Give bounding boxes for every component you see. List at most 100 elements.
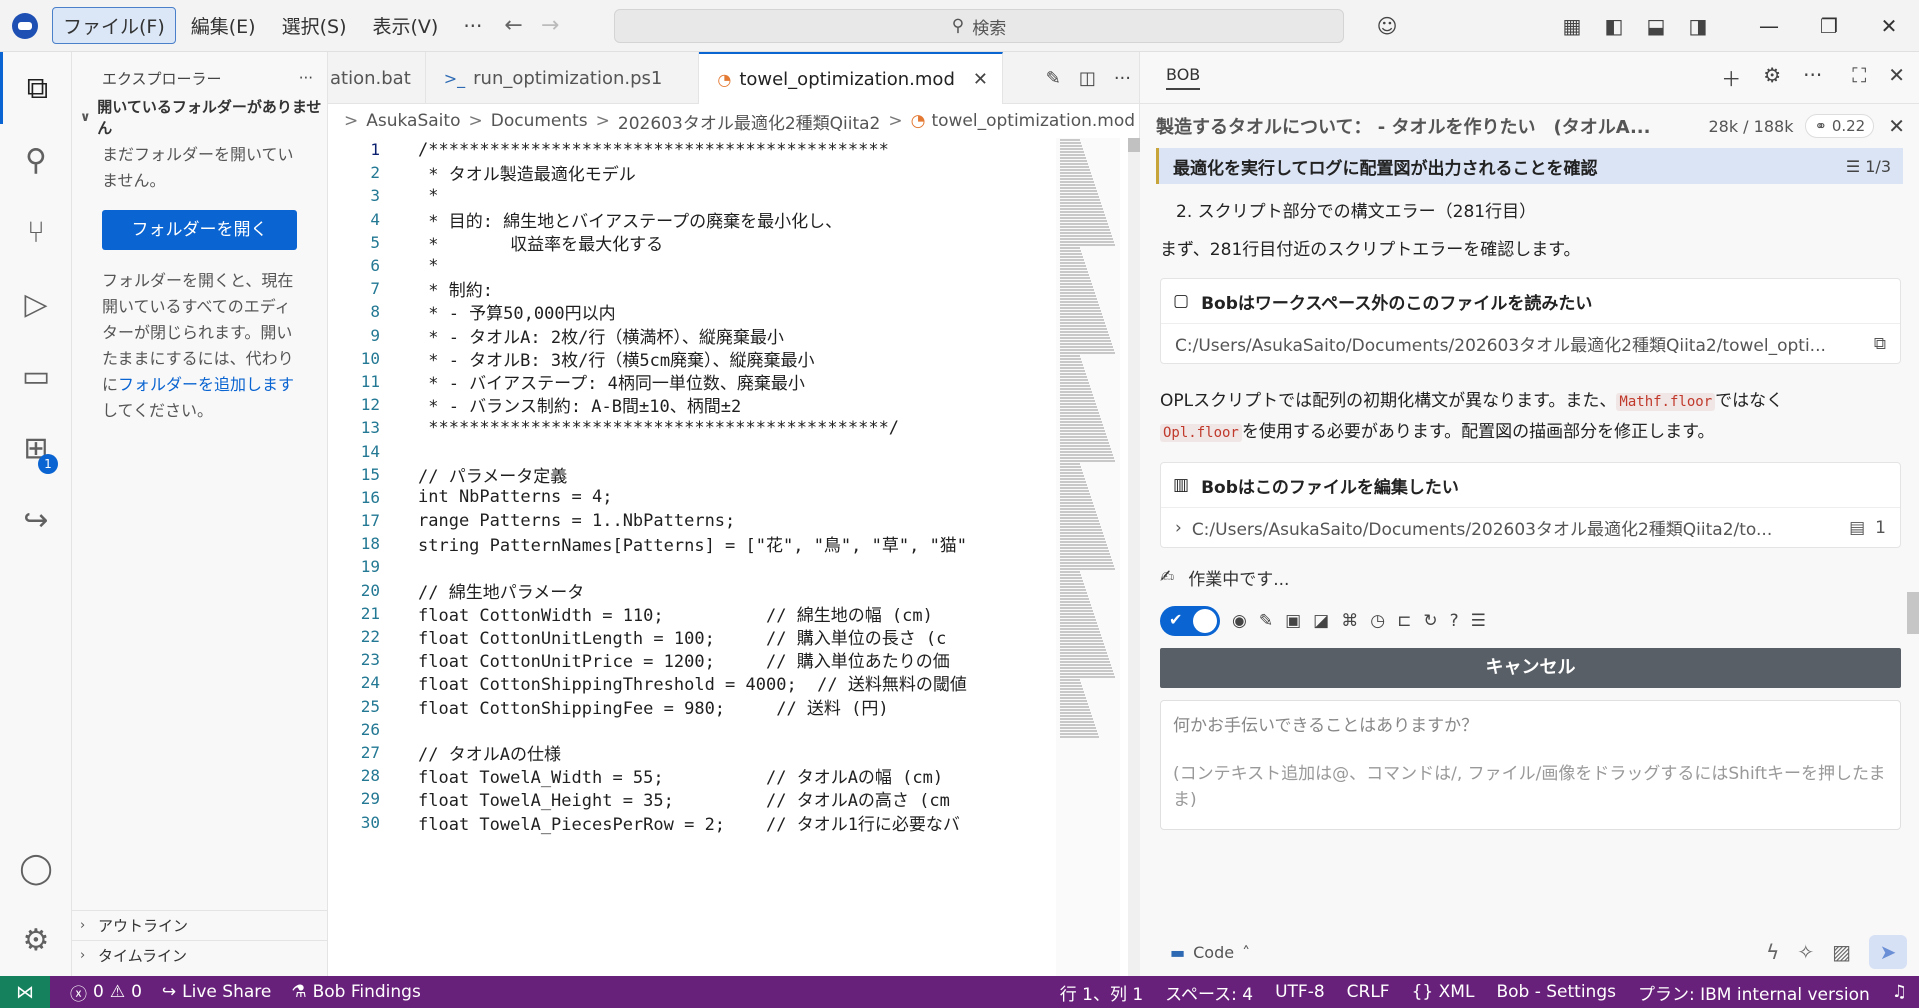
code-line[interactable]: 30 float TowelA_PiecesPerRow = 2; // タオル1…	[328, 810, 1048, 835]
close-panel-icon[interactable]: ✕	[1888, 63, 1905, 92]
code-line[interactable]: 29 float TowelA_Height = 35; // タオルAの高さ (…	[328, 787, 1048, 811]
code-line[interactable]: 9 * - タオルA: 2枚/行（横満杯）、縦廃棄最小	[328, 324, 1048, 348]
sparkle-icon[interactable]: ✧	[1797, 940, 1814, 964]
code-line[interactable]: 25 float CottonShippingFee = 980; // 送料 (…	[328, 695, 1048, 719]
toggle-primary-sidebar-icon[interactable]: ◧	[1603, 15, 1625, 37]
menu-selection[interactable]: 選択(S)	[271, 7, 358, 44]
bob-more-icon[interactable]: ···	[1803, 63, 1822, 92]
maximize-panel-icon[interactable]: ⛶	[1852, 63, 1866, 92]
editor-scroll-thumb[interactable]	[1128, 138, 1140, 152]
accounts-icon[interactable]: ◯	[0, 832, 72, 904]
read-card-path[interactable]: C:/Users/AsukaSaito/Documents/202603タオル最…	[1175, 331, 1864, 356]
menu-view[interactable]: 表示(V)	[362, 7, 450, 44]
code-line[interactable]: 21 float CottonWidth = 110; // 綿生地の幅 (cm)	[328, 602, 1048, 626]
source-control-icon[interactable]: ⑂	[0, 196, 72, 268]
notifications-bell-icon[interactable]: ♫	[1892, 982, 1907, 1002]
toggle-secondary-sidebar-icon[interactable]: ◨	[1687, 15, 1709, 37]
add-folder-link[interactable]: フォルダーを追加します	[118, 375, 294, 394]
live-share-icon[interactable]: ↪	[0, 484, 72, 556]
run-debug-icon[interactable]: ▷	[0, 268, 72, 340]
split-editor-icon[interactable]: ◫	[1079, 68, 1096, 89]
terminal-icon[interactable]: ▣	[1285, 611, 1301, 631]
open-external-icon[interactable]: ⧉	[1874, 334, 1886, 354]
menu-more-icon[interactable]: ···	[463, 14, 482, 38]
timeline-section[interactable]: › タイムライン	[72, 940, 328, 970]
code-line[interactable]: 14	[328, 439, 1048, 462]
code-line[interactable]: 28 float TowelA_Width = 55; // タオルAの幅 (cm…	[328, 764, 1048, 788]
code-line[interactable]: 13 *************************************…	[328, 416, 1048, 439]
live-share-status[interactable]: ↪ Live Share	[162, 982, 271, 1002]
code-line[interactable]: 15 // パラメータ定義	[328, 463, 1048, 487]
copilot-icon[interactable]: ☺	[1376, 15, 1398, 37]
code-editor[interactable]: 1 /**************************************…	[328, 138, 1048, 976]
code-line[interactable]: 26	[328, 718, 1048, 741]
settings-gear-icon[interactable]: ⚙	[1763, 63, 1781, 92]
question-icon[interactable]: ?	[1450, 611, 1459, 631]
close-tab-icon[interactable]: ✕	[973, 69, 988, 90]
code-line[interactable]: 5 * 収益率を最大化する	[328, 231, 1048, 255]
menu-edit[interactable]: 編集(E)	[180, 7, 267, 44]
auto-approve-toggle[interactable]: ✔	[1160, 606, 1220, 636]
restore-icon[interactable]: ❐	[1799, 14, 1859, 38]
code-line[interactable]: 22 float CottonUnitLength = 100; // 購入単位の…	[328, 625, 1048, 649]
code-line[interactable]: 4 * 目的: 綿生地とバイアステープの廃棄を最小化し、	[328, 208, 1048, 232]
code-line[interactable]: 7 * 制約:	[328, 277, 1048, 301]
extensions-icon[interactable]: ⊞ 1	[0, 412, 72, 484]
outline-section[interactable]: › アウトライン	[72, 910, 328, 940]
editor-scrollbar[interactable]	[1128, 138, 1140, 976]
eye-icon[interactable]: ◉	[1232, 611, 1247, 631]
cancel-button[interactable]: キャンセル	[1160, 648, 1901, 688]
breadcrumb-item[interactable]: AsukaSaito	[366, 111, 460, 131]
language-mode[interactable]: {} XML	[1412, 982, 1475, 1002]
code-line[interactable]: 10 * - タオルB: 3枚/行（横5cm廃棄）、縦廃棄最小	[328, 347, 1048, 371]
magic-wand-icon[interactable]: ✎	[1046, 68, 1061, 89]
bob-panel-title[interactable]: BOB	[1166, 65, 1201, 90]
code-line[interactable]: 12 * - バランス制約: A-B間±10、柄間±2	[328, 393, 1048, 417]
close-window-icon[interactable]: ✕	[1859, 14, 1919, 38]
task-header[interactable]: 製造するタオルについて： - タオルを作りたい (タオルA... 28k / 1…	[1140, 104, 1919, 148]
remote-indicator-icon[interactable]: ⋈	[0, 976, 50, 1008]
add-image-icon[interactable]: ▨	[1832, 940, 1851, 964]
cursor-position[interactable]: 行 1、列 1	[1060, 980, 1143, 1005]
back-arrow-icon[interactable]: ←	[504, 13, 522, 38]
subtask-icon[interactable]: ⊏	[1397, 611, 1411, 631]
code-line[interactable]: 24 float CottonShippingThreshold = 4000; …	[328, 671, 1048, 695]
forward-arrow-icon[interactable]: →	[541, 13, 559, 38]
mode-selector[interactable]: ▬ Code ˄	[1170, 943, 1766, 962]
bob-scrollbar[interactable]	[1907, 592, 1919, 634]
breadcrumb-item[interactable]: towel_optimization.mod	[931, 111, 1135, 131]
breadcrumb-item[interactable]: 202603タオル最適化2種類Qiita2	[618, 109, 880, 134]
editor-more-icon[interactable]: ···	[1114, 68, 1131, 89]
minimap[interactable]	[1056, 138, 1120, 976]
todo-list-icon[interactable]: ☰	[1471, 611, 1486, 631]
browser-icon[interactable]: ◪	[1313, 611, 1329, 631]
send-icon[interactable]: ➤	[1869, 935, 1907, 969]
code-line[interactable]: 17 range Patterns = 1..NbPatterns;	[328, 509, 1048, 532]
explorer-more-icon[interactable]: ···	[299, 69, 313, 87]
customize-layout-icon[interactable]: ▦	[1561, 15, 1583, 37]
chat-input[interactable]: 何かお手伝いできることはありますか？ (コンテキスト追加は@、コマンドは/, フ…	[1160, 700, 1901, 830]
explorer-icon[interactable]: ⧉	[0, 52, 72, 124]
code-line[interactable]: 20 // 綿生地パラメータ	[328, 579, 1048, 603]
menu-file[interactable]: ファイル(F)	[52, 7, 176, 44]
new-task-icon[interactable]: ＋	[1721, 63, 1741, 92]
code-line[interactable]: 8 * - 予算50,000円以内	[328, 300, 1048, 324]
lightning-icon[interactable]: ϟ	[1766, 940, 1779, 964]
toggle-panel-icon[interactable]: ⬓	[1645, 15, 1667, 37]
todo-bar[interactable]: 最適化を実行してログに配置図が出力されることを確認 ☰ 1/3	[1156, 148, 1903, 184]
no-folder-section[interactable]: ∨ 開いているフォルダーがありません	[72, 98, 327, 137]
encoding[interactable]: UTF-8	[1275, 982, 1325, 1002]
minimize-icon[interactable]: —	[1739, 14, 1799, 38]
plan-status[interactable]: プラン: IBM internal version	[1638, 980, 1870, 1005]
code-line[interactable]: 2 * タオル製造最適化モデル	[328, 161, 1048, 185]
code-line[interactable]: 23 float CottonUnitPrice = 1200; // 購入単位あ…	[328, 648, 1048, 672]
retry-icon[interactable]: ↻	[1423, 611, 1437, 631]
mcp-icon[interactable]: ⌘	[1341, 611, 1358, 631]
end-of-line[interactable]: CRLF	[1347, 982, 1390, 1002]
tab-ps1[interactable]: >_ run_optimization.ps1	[426, 52, 700, 104]
code-line[interactable]: 11 * - バイアステープ: 4柄同一単位数、廃棄最小	[328, 370, 1048, 394]
bob-settings-status[interactable]: Bob - Settings	[1496, 982, 1616, 1002]
mode-switch-icon[interactable]: ◷	[1370, 611, 1385, 631]
code-line[interactable]: 18 string PatternNames[Patterns] = ["花", …	[328, 532, 1048, 556]
pencil-icon[interactable]: ✎	[1259, 611, 1273, 631]
